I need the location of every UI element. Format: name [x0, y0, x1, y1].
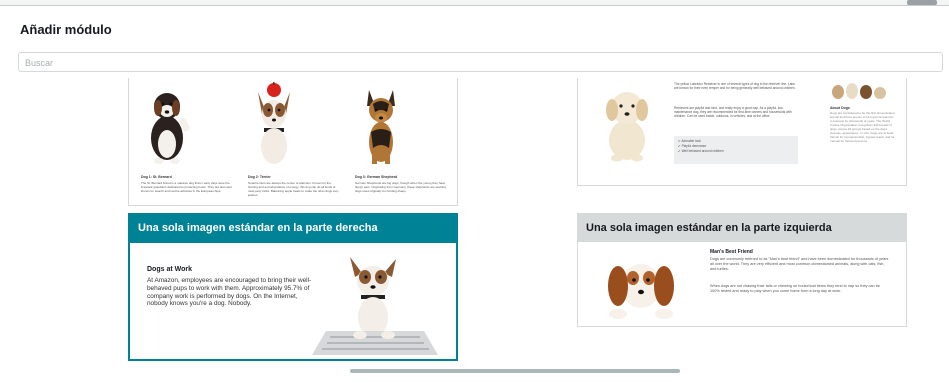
- dog-column-2: Dog 2: Terrier Small terriers are always…: [244, 78, 344, 197]
- dog-column-1: Dog 1: St. Bernard The St. Bernard breed…: [137, 78, 237, 193]
- dogs-thumbnail-image: [832, 83, 886, 99]
- checklist-item: ✔ Well behaved around children: [678, 149, 724, 153]
- module-heading: Man's Best Friend: [710, 249, 753, 255]
- german-shepherd-image: [367, 90, 395, 164]
- horizontal-scrollbar[interactable]: [350, 369, 680, 373]
- scrollbar-thumb[interactable]: [907, 0, 937, 5]
- module-title: Una sola imagen estándar en la parte izq…: [578, 214, 906, 242]
- search-field[interactable]: [18, 52, 943, 72]
- module-body: Dogs are commonly referred to as "Man's …: [710, 257, 889, 271]
- dog-description: Small terriers are always the center of …: [248, 181, 339, 197]
- module-card-image-right[interactable]: Una sola imagen estándar en la parte der…: [128, 213, 458, 361]
- module-body: At Amazon, employees are encouraged to b…: [147, 277, 312, 308]
- top-scrollbar[interactable]: [0, 0, 949, 6]
- dog-laptop-image: [312, 257, 438, 355]
- module-card-image-left[interactable]: Una sola imagen estándar en la parte izq…: [577, 213, 907, 327]
- module-card-three-images[interactable]: Dog 1: St. Bernard The St. Bernard breed…: [128, 78, 458, 206]
- module-heading: Dogs at Work: [147, 266, 192, 273]
- st-bernard-image: [151, 93, 190, 164]
- dog-caption: Dog 2: Terrier: [248, 175, 271, 179]
- sidebar-title: About Dogs: [830, 106, 850, 110]
- dog-description: The St. Bernard breed is a massive dog t…: [141, 181, 232, 193]
- terrier-image: [258, 82, 290, 164]
- modal-title: Añadir módulo: [20, 22, 112, 37]
- dog-caption: Dog 3: German Shepherd: [355, 175, 398, 179]
- labrador-puppy-image: [606, 92, 648, 162]
- beagle-puppy-image: [608, 264, 674, 319]
- dog-caption: Dog 1: St. Bernard: [141, 175, 172, 179]
- checklist-box: ✔ Adorable look ✔ Playful demeanor ✔ Wel…: [674, 136, 798, 164]
- search-input[interactable]: [19, 54, 942, 72]
- dog-description: German Shepherds are big dogs, though wh…: [355, 181, 446, 193]
- module-body: When dogs are not chasing their tails or…: [710, 284, 880, 293]
- paragraph: Retrievers are playful and kind, and rea…: [674, 106, 792, 119]
- module-gallery[interactable]: Dog 1: St. Bernard The St. Bernard breed…: [10, 78, 939, 378]
- sidebar-text: Dogs are considered to be the first dome…: [830, 111, 895, 143]
- dog-column-3: Dog 3: German Shepherd German Shepherds …: [351, 78, 451, 193]
- module-card-text-checklist[interactable]: The yellow Labrador Retriever is one of …: [577, 78, 907, 186]
- module-title: Una sola imagen estándar en la parte der…: [130, 215, 456, 243]
- paragraph: The yellow Labrador Retriever is one of …: [674, 82, 796, 91]
